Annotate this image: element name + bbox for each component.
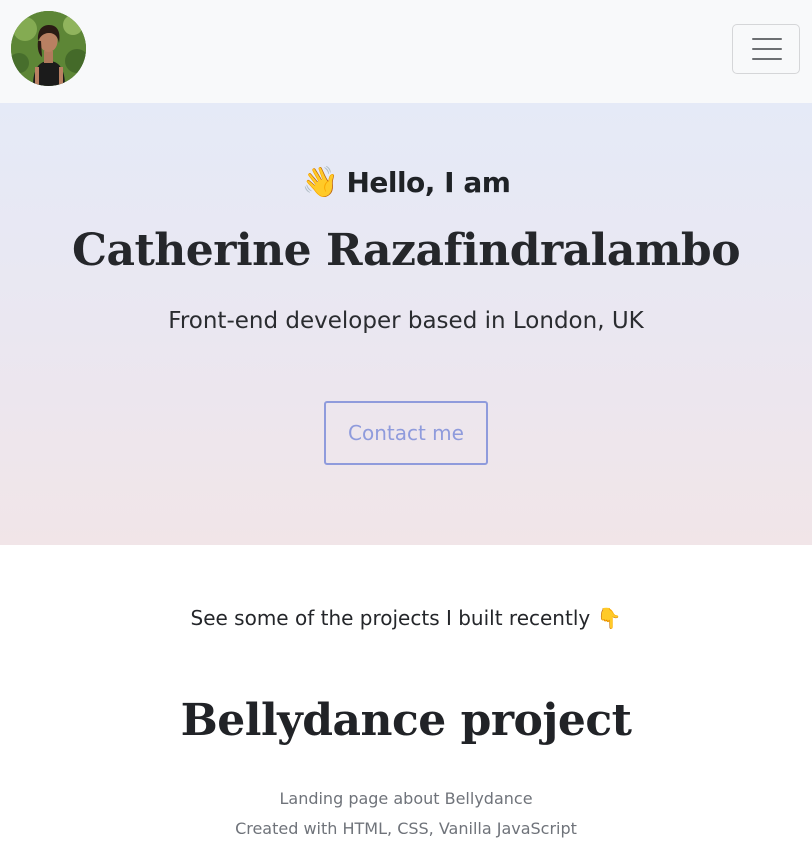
greeting-text: Hello, I am bbox=[346, 166, 511, 199]
tagline: Front-end developer based in London, UK bbox=[168, 308, 644, 334]
navbar bbox=[0, 0, 812, 103]
avatar-photo bbox=[11, 11, 86, 86]
greeting-heading: 👋 Hello, I am bbox=[0, 165, 812, 200]
menu-toggle-button[interactable] bbox=[732, 24, 800, 74]
hero-section: 👋 Hello, I am Catherine Razafindralambo F… bbox=[0, 103, 812, 545]
project-description: Landing page about Bellydance bbox=[279, 789, 533, 808]
project-title: Bellydance project bbox=[180, 695, 632, 746]
projects-intro: See some of the projects I built recentl… bbox=[0, 606, 812, 630]
contact-button[interactable]: Contact me bbox=[324, 401, 488, 465]
waving-hand-icon: 👋 bbox=[301, 165, 339, 200]
projects-intro-text: See some of the projects I built recentl… bbox=[190, 606, 591, 630]
avatar[interactable] bbox=[11, 11, 86, 86]
name-heading: Catherine Razafindralambo bbox=[71, 225, 741, 276]
project-tech: Created with HTML, CSS, Vanilla JavaScri… bbox=[235, 819, 577, 838]
pointing-down-icon: 👇 bbox=[596, 606, 622, 630]
